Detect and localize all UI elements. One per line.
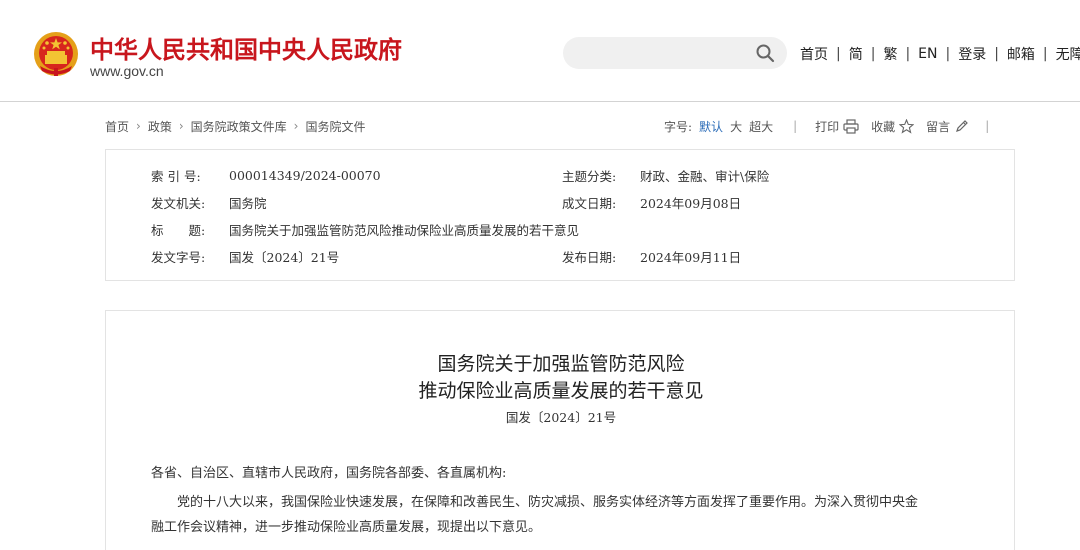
article-toolbar: 字号: 默认 大 超大 | 打印 收藏 留言 | [664,117,1007,135]
font-size-large[interactable]: 大 [730,118,742,135]
nav-separator: | [994,46,999,62]
nav-mail[interactable]: 邮箱 [1007,44,1035,64]
article-body: 国务院关于加强监管防范风险 推动保险业高质量发展的若干意见 国发〔2024〕21… [105,310,1015,550]
meta-index: 索 引 号: 000014349/2024-00070 [151,166,381,184]
breadcrumb-state-council-docs[interactable]: 国务院文件 [305,118,365,135]
meta-issuer-value: 国务院 [229,195,267,211]
toolbar-divider: | [985,119,990,133]
meta-published-value: 2024年09月11日 [640,249,742,265]
meta-index-value: 000014349/2024-00070 [229,167,381,183]
search-icon[interactable] [755,43,775,63]
toolbar-divider: | [793,119,798,133]
printer-icon [843,118,859,134]
breadcrumb-policy-library[interactable]: 国务院政策文件库 [191,118,287,135]
nav-traditional[interactable]: 繁 [883,44,897,64]
nav-home[interactable]: 首页 [800,44,828,64]
search-input[interactable] [563,37,787,69]
nav-separator: | [836,46,841,62]
comment-label: 留言 [926,119,951,134]
nav-accessibility[interactable]: 无障碍 [1056,44,1080,64]
meta-created-label: 成文日期: [562,195,617,211]
font-size-xlarge[interactable]: 超大 [749,118,773,135]
chevron-right-icon: › [293,119,299,133]
nav-simplified[interactable]: 简 [849,44,863,64]
pencil-icon [956,119,969,132]
favorite-label: 收藏 [871,119,896,134]
star-icon [899,118,915,134]
font-size-label: 字号: [664,119,693,134]
print-button[interactable]: 打印 [815,118,859,135]
nav-login[interactable]: 登录 [958,44,986,64]
meta-issuer: 发文机关: 国务院 [151,193,267,211]
site-header: 中华人民共和国中央人民政府 www.gov.cn 首页 | 简 | 繁 | EN… [0,0,1080,102]
article-title-line-2: 推动保险业高质量发展的若干意见 [418,380,704,402]
article-salutation: 各省、自治区、直辖市人民政府，国务院各部委、各直属机构: [151,466,507,481]
breadcrumb-policy[interactable]: 政策 [148,118,172,135]
nav-separator: | [870,46,876,62]
nav-separator: | [945,46,951,62]
article-doc-number: 国发〔2024〕21号 [505,410,617,425]
meta-issuer-label: 发文机关: [151,195,206,211]
breadcrumb-home[interactable]: 首页 [105,118,129,135]
meta-index-label: 索 引 号: [151,168,201,184]
meta-topic: 主题分类: 财政、金融、审计\保险 [562,166,769,184]
meta-doc-number: 发文字号: 国发〔2024〕21号 [151,247,339,265]
chevron-right-icon: › [178,119,184,133]
breadcrumb: 首页 › 政策 › 国务院政策文件库 › 国务院文件 [105,118,366,134]
meta-topic-value: 财政、金融、审计\保险 [640,168,770,184]
nav-english[interactable]: EN [918,46,937,62]
chevron-right-icon: › [136,119,141,133]
top-nav: 首页 | 简 | 繁 | EN | 登录 | 邮箱 | 无障碍 [800,44,1080,64]
favorite-button[interactable]: 收藏 [871,118,915,135]
meta-created-value: 2024年09月08日 [640,195,742,211]
meta-published-date: 发布日期: 2024年09月11日 [562,247,741,265]
nav-separator: | [905,46,911,62]
meta-topic-label: 主题分类: [562,168,617,184]
nav-separator: | [1042,46,1048,62]
meta-published-label: 发布日期: [562,249,617,265]
article-title-line-1: 国务院关于加强监管防范风险 [437,353,685,375]
article-paragraph-line: 党的十八大以来，我国保险业快速发展，在保障和改善民生、防灾减损、服务实体经济等方… [177,495,919,510]
meta-created-date: 成文日期: 2024年09月08日 [562,193,741,211]
comment-button[interactable]: 留言 [926,118,969,135]
meta-title-value: 国务院关于加强监管防范风险推动保险业高质量发展的若干意见 [229,222,580,238]
document-metadata: 索 引 号: 000014349/2024-00070 主题分类: 财政、金融、… [105,149,1015,281]
meta-title-label: 标 题: [151,222,206,238]
font-size-default[interactable]: 默认 [699,118,723,135]
article-paragraph-line: 融工作会议精神，进一步推动保险业高质量发展，现提出以下意见。 [151,520,542,535]
national-emblem-icon[interactable] [32,30,80,78]
print-label: 打印 [815,119,840,134]
meta-docno-label: 发文字号: [151,249,206,265]
site-title[interactable]: 中华人民共和国中央人民政府 [90,30,402,65]
meta-title: 标 题: 国务院关于加强监管防范风险推动保险业高质量发展的若干意见 [151,220,579,238]
meta-docno-value: 国发〔2024〕21号 [229,249,340,265]
site-domain: www.gov.cn [90,63,164,79]
